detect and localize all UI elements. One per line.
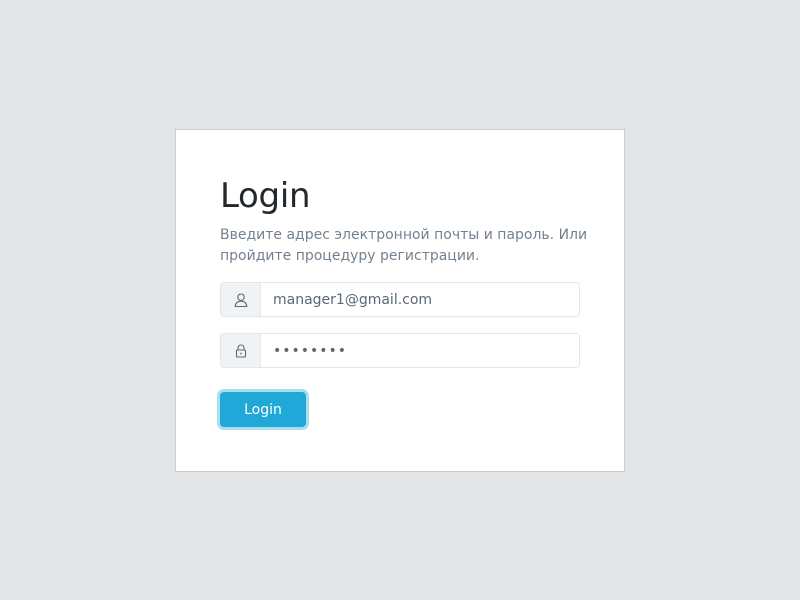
login-card: Login Введите адрес электронной почты и … — [175, 129, 625, 472]
lock-icon — [220, 333, 260, 368]
email-input-group — [220, 282, 580, 317]
page-title: Login — [220, 176, 311, 216]
email-field[interactable] — [260, 282, 580, 317]
password-field[interactable] — [260, 333, 580, 368]
login-subtitle: Введите адрес электронной почты и пароль… — [220, 227, 588, 264]
user-icon — [220, 282, 260, 317]
password-input-group — [220, 333, 580, 368]
login-button[interactable]: Login — [220, 392, 306, 427]
